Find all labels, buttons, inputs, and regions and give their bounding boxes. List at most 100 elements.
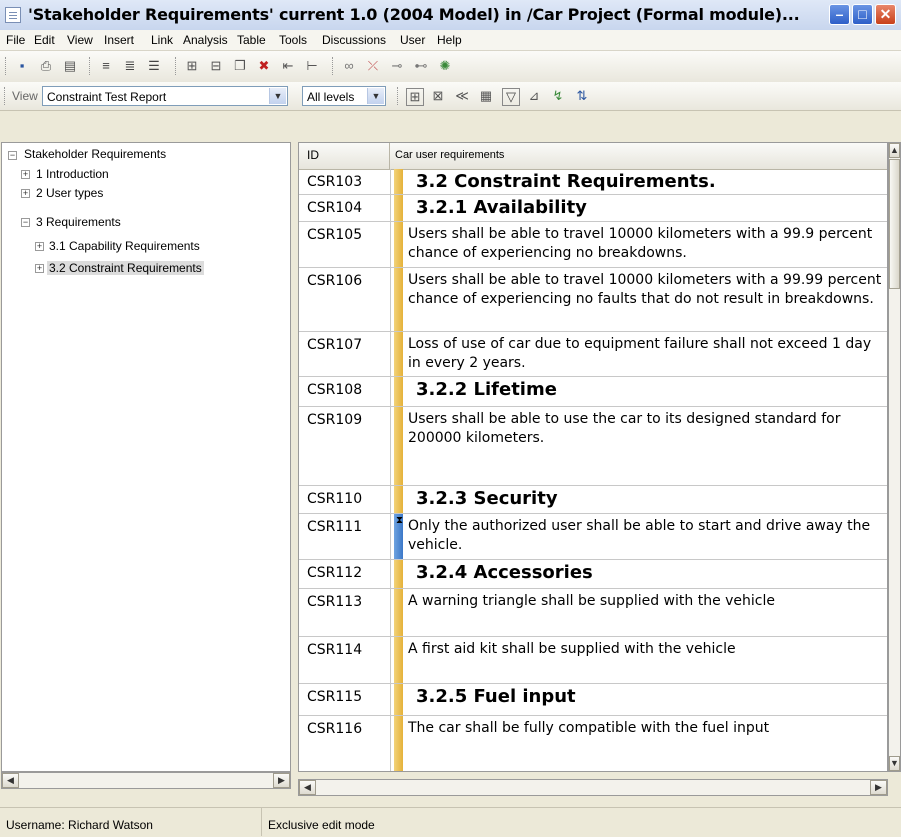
- tree-item-introduction[interactable]: 1 Introduction: [36, 167, 109, 181]
- collapse-icon[interactable]: −: [8, 151, 17, 160]
- tree-item-user-types[interactable]: 2 User types: [36, 186, 103, 200]
- expand-icon[interactable]: +: [21, 170, 30, 179]
- scroll-left-icon[interactable]: ◀: [299, 780, 316, 795]
- table-row[interactable]: CSR104 3.2.1 Availability: [299, 195, 887, 222]
- collapse-icon[interactable]: −: [21, 218, 30, 227]
- save-icon[interactable]: ▪: [14, 58, 30, 74]
- analysis-icon[interactable]: ✺: [437, 58, 453, 74]
- insert-object-icon[interactable]: ≡: [98, 58, 114, 74]
- links-display-icon[interactable]: ≪: [454, 88, 470, 104]
- row-heading: 3.2.5 Fuel input: [416, 686, 576, 707]
- new-heading-icon[interactable]: ⊞: [184, 58, 200, 74]
- insert-below-icon[interactable]: ≣: [122, 58, 138, 74]
- column-header-text[interactable]: Car user requirements: [391, 143, 887, 169]
- menu-table[interactable]: Table: [237, 33, 266, 47]
- filter-icon[interactable]: ▽: [502, 88, 520, 106]
- scroll-left-icon[interactable]: ◀: [2, 773, 19, 788]
- toolbar-grip[interactable]: [175, 57, 178, 75]
- table-row[interactable]: CSR108 3.2.2 Lifetime: [299, 377, 887, 407]
- scroll-right-icon[interactable]: ▶: [273, 773, 290, 788]
- filter-settings-icon[interactable]: ⊿: [526, 88, 542, 104]
- menu-view[interactable]: View: [67, 33, 93, 47]
- table-row[interactable]: CSR113 A warning triangle shall be suppl…: [299, 589, 887, 637]
- requirements-grid[interactable]: ID Car user requirements CSR103 3.2 Cons…: [298, 142, 888, 772]
- tree-horizontal-scrollbar[interactable]: ◀ ▶: [1, 772, 291, 789]
- menu-analysis[interactable]: Analysis: [183, 33, 228, 47]
- expand-icon[interactable]: +: [35, 242, 44, 251]
- title-bar[interactable]: 'Stakeholder Requirements' current 1.0 (…: [0, 0, 901, 31]
- table-row[interactable]: CSR114 A first aid kit shall be supplied…: [299, 637, 887, 684]
- delete-object-icon[interactable]: ✖: [256, 58, 272, 74]
- tree-item-constraint[interactable]: 3.2 Constraint Requirements: [47, 261, 204, 275]
- tree-item-requirements[interactable]: 3 Requirements: [36, 215, 121, 229]
- row-text: Users shall be able to travel 10000 kilo…: [408, 226, 873, 261]
- menu-file[interactable]: File: [6, 33, 25, 47]
- menu-link[interactable]: Link: [151, 33, 173, 47]
- expand-icon[interactable]: +: [21, 189, 30, 198]
- table-icon[interactable]: ▦: [478, 88, 494, 104]
- row-heading: 3.2.4 Accessories: [416, 562, 593, 583]
- view-select[interactable]: Constraint Test Report ▼: [42, 86, 288, 106]
- table-row[interactable]: CSR103 3.2 Constraint Requirements.: [299, 169, 887, 195]
- toolbar-grip[interactable]: [4, 87, 7, 105]
- link-icon[interactable]: ∞: [341, 58, 357, 74]
- print-icon[interactable]: ⎙: [38, 58, 54, 74]
- menu-user[interactable]: User: [400, 33, 425, 47]
- chevron-down-icon[interactable]: ▼: [367, 88, 384, 104]
- grid-horizontal-scrollbar[interactable]: ◀ ▶: [298, 779, 888, 796]
- scrollbar-thumb[interactable]: [889, 159, 900, 289]
- table-row[interactable]: CSR115 3.2.5 Fuel input: [299, 684, 887, 716]
- table-row[interactable]: CSR111 ⧗ Only the authorized user shall …: [299, 514, 887, 560]
- toolbar-grip[interactable]: [397, 87, 400, 105]
- table-row[interactable]: CSR116 The car shall be fully compatible…: [299, 716, 887, 771]
- menu-discussions[interactable]: Discussions: [322, 33, 386, 47]
- column-header-id[interactable]: ID: [299, 143, 390, 169]
- scroll-right-icon[interactable]: ▶: [870, 780, 887, 795]
- table-row[interactable]: CSR109 Users shall be able to use the ca…: [299, 407, 887, 486]
- menu-edit[interactable]: Edit: [34, 33, 55, 47]
- maximize-button[interactable]: □: [852, 4, 873, 25]
- menu-tools[interactable]: Tools: [279, 33, 307, 47]
- sort-icon[interactable]: ↯: [550, 88, 566, 104]
- sort-az-icon[interactable]: ⇅: [574, 88, 590, 104]
- row-id: CSR103: [307, 174, 363, 190]
- promote-icon[interactable]: ⇤: [280, 58, 296, 74]
- levels-select[interactable]: All levels ▼: [302, 86, 386, 106]
- table-row[interactable]: CSR110 3.2.3 Security: [299, 486, 887, 514]
- maximize-icon: □: [858, 6, 867, 22]
- toolbar-grip[interactable]: [332, 57, 335, 75]
- expand-icon[interactable]: +: [35, 264, 44, 273]
- minimize-button[interactable]: –: [829, 4, 850, 25]
- menu-help[interactable]: Help: [437, 33, 462, 47]
- module-tree[interactable]: − Stakeholder Requirements + 1 Introduct…: [1, 142, 291, 772]
- tree-item-capability[interactable]: 3.1 Capability Requirements: [49, 239, 200, 253]
- table-row[interactable]: CSR106 Users shall be able to travel 100…: [299, 268, 887, 332]
- close-icon: ✕: [879, 6, 892, 22]
- delete-link-icon[interactable]: ⤫: [365, 58, 381, 74]
- row-id: CSR114: [307, 642, 363, 658]
- table-row[interactable]: CSR107 Loss of use of car due to equipme…: [299, 332, 887, 377]
- properties-icon[interactable]: ▤: [62, 58, 78, 74]
- table-row[interactable]: CSR105 Users shall be able to travel 100…: [299, 222, 887, 268]
- table-row[interactable]: CSR112 3.2.4 Accessories: [299, 560, 887, 589]
- row-id: CSR116: [307, 721, 363, 737]
- chevron-down-icon[interactable]: ▼: [269, 88, 286, 104]
- tree-root[interactable]: Stakeholder Requirements: [24, 147, 166, 161]
- demote-icon[interactable]: ☰: [146, 58, 162, 74]
- outline-icon[interactable]: ⊞: [406, 88, 424, 106]
- new-object-icon[interactable]: ⊟: [208, 58, 224, 74]
- copy-object-icon[interactable]: ❐: [232, 58, 248, 74]
- grid-vertical-scrollbar[interactable]: ▲ ▼: [888, 142, 901, 772]
- scroll-down-icon[interactable]: ▼: [889, 756, 900, 771]
- scroll-up-icon[interactable]: ▲: [889, 143, 900, 158]
- show-graphics-icon[interactable]: ⊠: [430, 88, 446, 104]
- link-start-icon[interactable]: ⊸: [389, 58, 405, 74]
- view-label: View: [12, 89, 38, 103]
- menu-insert[interactable]: Insert: [104, 33, 134, 47]
- toolbar-grip[interactable]: [89, 57, 92, 75]
- close-button[interactable]: ✕: [875, 4, 896, 25]
- hierarchy-icon[interactable]: ⊢: [304, 58, 320, 74]
- toolbar-grip[interactable]: [5, 57, 8, 75]
- link-end-icon[interactable]: ⊷: [413, 58, 429, 74]
- row-heading: 3.2.2 Lifetime: [416, 379, 557, 400]
